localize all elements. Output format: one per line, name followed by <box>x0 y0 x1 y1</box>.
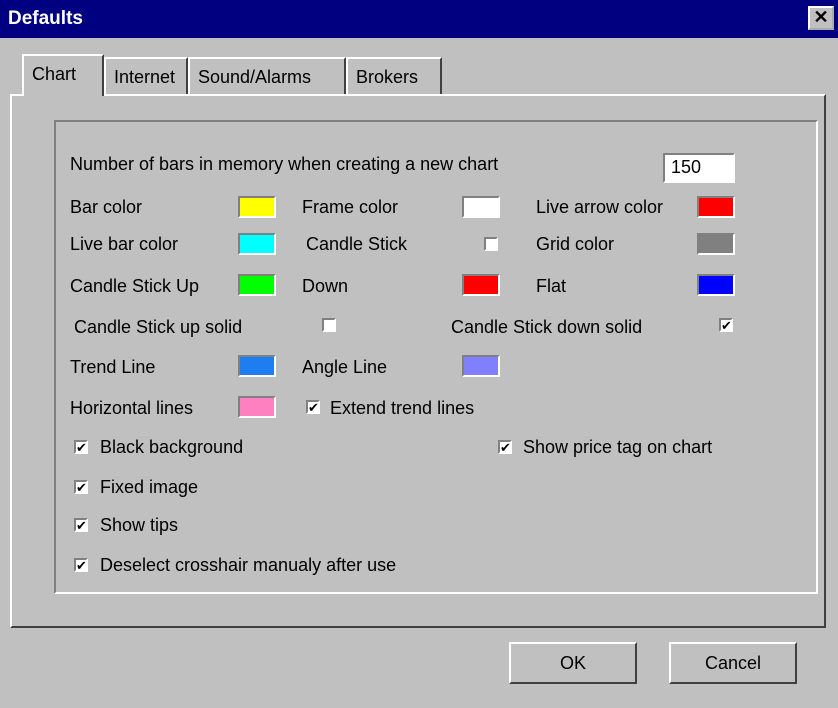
trend-line-label: Trend Line <box>70 357 156 377</box>
candle-stick-label: Candle Stick <box>306 234 408 254</box>
deselect-crosshair-label: Deselect crosshair manualy after use <box>100 555 397 575</box>
bars-in-memory-input[interactable]: 150 <box>663 153 735 183</box>
live-arrow-color-swatch[interactable] <box>697 196 735 218</box>
live-bar-color-label: Live bar color <box>70 234 179 254</box>
candle-stick-up-swatch[interactable] <box>238 274 276 296</box>
grid-color-label: Grid color <box>536 234 615 254</box>
frame-color-swatch[interactable] <box>462 196 500 218</box>
candle-down-solid-checkbox[interactable]: ✔ <box>719 318 733 332</box>
trend-line-swatch[interactable] <box>238 355 276 377</box>
live-bar-color-swatch[interactable] <box>238 233 276 255</box>
tab-internet[interactable]: Internet <box>104 57 188 94</box>
bar-color-label: Bar color <box>70 197 143 217</box>
bars-in-memory-label: Number of bars in memory when creating a… <box>70 154 499 174</box>
tab-brokers[interactable]: Brokers <box>346 57 442 94</box>
candle-down-solid-label: Candle Stick down solid <box>451 317 643 337</box>
deselect-crosshair-checkbox[interactable]: ✔ <box>74 558 88 572</box>
show-tips-checkbox[interactable]: ✔ <box>74 518 88 532</box>
candle-up-solid-checkbox[interactable] <box>322 318 336 332</box>
horizontal-lines-swatch[interactable] <box>238 396 276 418</box>
down-color-swatch[interactable] <box>462 274 500 296</box>
tab-sound-alarms[interactable]: Sound/Alarms <box>188 57 346 94</box>
window-title: Defaults <box>8 8 83 29</box>
title-bar: Defaults ✕ <box>0 0 838 38</box>
angle-line-label: Angle Line <box>302 357 388 377</box>
flat-color-swatch[interactable] <box>697 274 735 296</box>
fixed-image-label: Fixed image <box>100 477 199 497</box>
frame-color-label: Frame color <box>302 197 399 217</box>
show-tips-label: Show tips <box>100 515 179 535</box>
tab-chart[interactable]: Chart <box>22 54 104 96</box>
grid-color-swatch[interactable] <box>697 233 735 255</box>
black-background-label: Black background <box>100 437 244 457</box>
black-background-checkbox[interactable]: ✔ <box>74 440 88 454</box>
fixed-image-checkbox[interactable]: ✔ <box>74 480 88 494</box>
cancel-button[interactable]: Cancel <box>669 642 797 684</box>
down-label: Down <box>302 276 349 296</box>
live-arrow-color-label: Live arrow color <box>536 197 664 217</box>
close-button[interactable]: ✕ <box>808 6 834 30</box>
horizontal-lines-label: Horizontal lines <box>70 398 194 418</box>
show-price-tag-label: Show price tag on chart <box>523 437 713 457</box>
close-icon: ✕ <box>813 7 829 27</box>
extend-trend-lines-checkbox[interactable]: ✔ <box>306 400 320 414</box>
flat-label: Flat <box>536 276 567 296</box>
angle-line-swatch[interactable] <box>462 355 500 377</box>
ok-button[interactable]: OK <box>509 642 637 684</box>
candle-up-solid-label: Candle Stick up solid <box>74 317 243 337</box>
candle-stick-checkbox[interactable] <box>484 237 498 251</box>
bar-color-swatch[interactable] <box>238 196 276 218</box>
show-price-tag-checkbox[interactable]: ✔ <box>498 440 512 454</box>
candle-stick-up-label: Candle Stick Up <box>70 276 200 296</box>
extend-trend-lines-label: Extend trend lines <box>330 398 475 418</box>
